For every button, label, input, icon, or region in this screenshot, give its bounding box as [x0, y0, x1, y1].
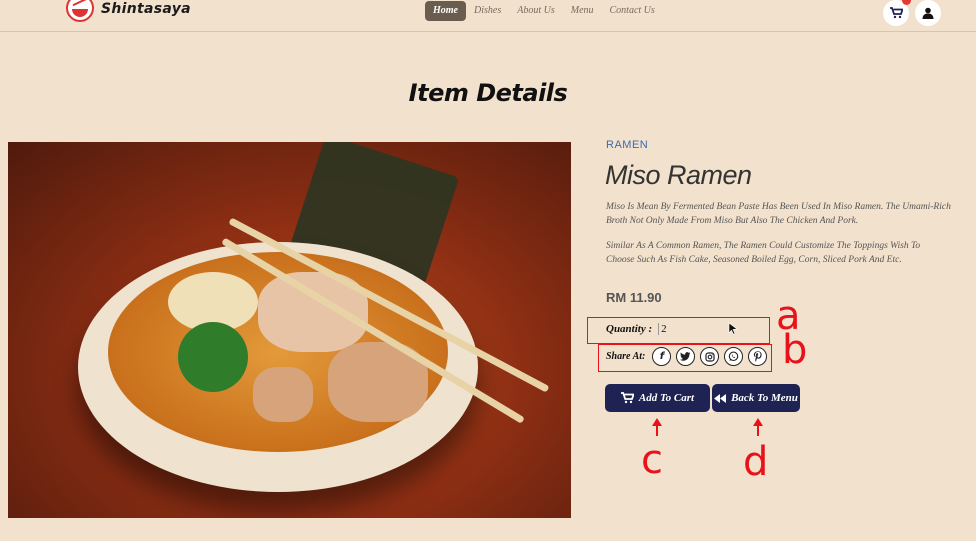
annotation-label-c: c — [641, 437, 663, 483]
nav-menu[interactable]: Menu — [563, 1, 602, 21]
main-menu: Home Dishes About Us Menu Contact Us — [425, 1, 663, 21]
item-description-1: Miso Is Mean By Fermented Bean Paste Has… — [606, 202, 951, 226]
item-description-2: Similar As A Common Ramen, The Ramen Cou… — [606, 241, 921, 265]
annotation-label-b: b — [782, 327, 808, 373]
annotation-arrow-d — [757, 424, 759, 436]
add-to-cart-button[interactable]: Add To Cart — [605, 384, 710, 412]
page-title: Item Details — [408, 79, 568, 107]
add-to-cart-label: Add To Cart — [638, 392, 695, 404]
top-navbar: Shintasaya Home Dishes About Us Menu Con… — [0, 0, 976, 32]
annotation-arrow-c — [656, 424, 658, 436]
nav-home[interactable]: Home — [425, 1, 466, 21]
annotation-box-quantity — [587, 317, 770, 344]
item-photo — [8, 142, 571, 518]
nav-about-us[interactable]: About Us — [509, 1, 563, 21]
back-to-menu-label: Back To Menu — [731, 392, 798, 404]
logo-icon[interactable] — [66, 0, 94, 22]
nav-contact-us[interactable]: Contact Us — [602, 1, 663, 21]
rewind-icon — [714, 393, 727, 403]
item-category: RAMEN — [606, 139, 649, 151]
annotation-label-d: d — [743, 439, 769, 485]
back-to-menu-button[interactable]: Back To Menu — [712, 384, 800, 412]
nav-icons — [883, 0, 941, 26]
annotation-box-share — [598, 344, 772, 372]
user-icon[interactable] — [915, 0, 941, 26]
nav-dishes[interactable]: Dishes — [466, 1, 509, 21]
cart-icon — [620, 392, 634, 404]
brand-name[interactable]: Shintasaya — [101, 1, 191, 17]
cart-icon[interactable] — [883, 0, 911, 26]
item-name: Miso Ramen — [605, 160, 752, 190]
cart-badge — [902, 0, 911, 5]
item-price: RM 11.90 — [606, 290, 662, 305]
